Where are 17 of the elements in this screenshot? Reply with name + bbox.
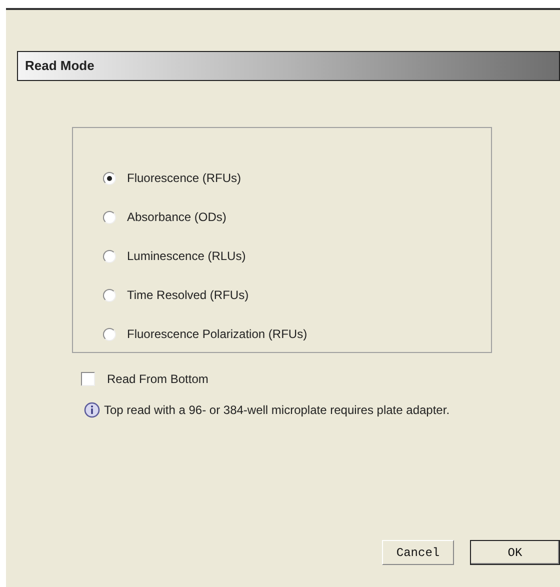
checkbox-label: Read From Bottom: [107, 371, 208, 388]
radio-button[interactable]: [103, 288, 116, 302]
radio-button[interactable]: [103, 328, 116, 340]
radio-button[interactable]: [103, 250, 116, 262]
radio-button[interactable]: [103, 172, 116, 184]
info-note: Top read with a 96- or 384-well microplate requires plate adapter.: [104, 402, 451, 419]
dialog-button[interactable]: OK: [470, 540, 560, 565]
section-header: Read Mode: [17, 51, 560, 81]
radio-label: Luminescence (RLUs): [127, 248, 246, 265]
radio-label: Fluorescence Polarization (RFUs): [127, 326, 308, 343]
info-icon: [84, 402, 100, 418]
radio-label: Fluorescence (RFUs): [127, 170, 242, 187]
checkbox[interactable]: [81, 372, 95, 386]
radio-label: Absorbance (ODs): [127, 209, 226, 226]
radio-button[interactable]: [103, 210, 116, 224]
radio-label: Time Resolved (RFUs): [127, 287, 249, 304]
dialog-button[interactable]: Cancel: [382, 540, 454, 565]
